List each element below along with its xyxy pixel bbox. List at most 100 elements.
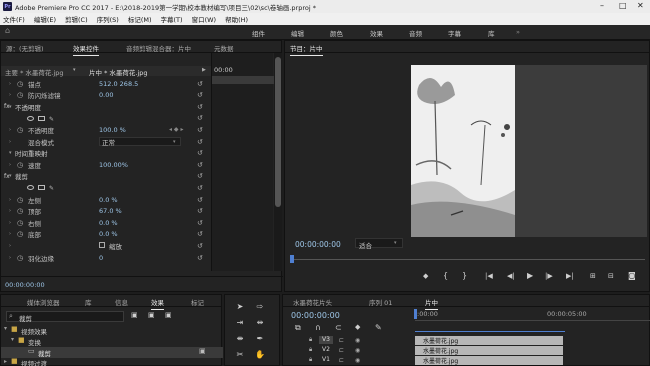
reset-icon[interactable]: ↺	[197, 242, 203, 250]
stopwatch-icon[interactable]: ◷	[17, 91, 23, 99]
tab-metadata[interactable]: 元数据	[214, 43, 234, 53]
tab-markers[interactable]: 标记	[191, 297, 204, 307]
effect-row[interactable]: ✎ ↺	[1, 113, 209, 124]
property-value[interactable]: 100.00%	[99, 161, 128, 169]
timeline-playhead[interactable]	[414, 309, 417, 319]
timeline-timecode[interactable]: 00:00:00:00	[291, 311, 340, 320]
tree-item-transform[interactable]: ▾ ■ 变换	[1, 336, 223, 347]
menu-file[interactable]: 文件(F)	[3, 14, 25, 24]
reset-icon[interactable]: ↺	[197, 254, 203, 262]
effect-row[interactable]: ✎ ↺	[1, 182, 209, 193]
reset-icon[interactable]: ↺	[197, 207, 203, 215]
workspace-effects[interactable]: 效果	[370, 28, 383, 38]
master-clip-label[interactable]: 主要 * 水墨荷花.jpg	[5, 67, 64, 77]
menu-title[interactable]: 字幕(T)	[161, 14, 183, 24]
add-marker-icon[interactable]: ◆	[423, 272, 428, 280]
clip-v3[interactable]: 水墨荷花.jpg	[415, 335, 563, 345]
workspace-editing[interactable]: 编辑	[291, 28, 304, 38]
expand-arrow-icon[interactable]: ▾	[4, 325, 7, 332]
effect-row[interactable]: › ◷ 不透明度 100.0 % ◂ ◆ ▸ ↺	[1, 124, 209, 135]
expand-arrow-icon[interactable]: ›	[9, 220, 11, 226]
32bit-effects-icon[interactable]: ▣	[148, 311, 155, 319]
work-area-bar[interactable]	[415, 331, 565, 332]
sync-lock-icon[interactable]: ⊏	[339, 347, 344, 354]
rectangle-mask-icon[interactable]	[38, 115, 45, 121]
effect-panel-scrollbar[interactable]	[274, 53, 282, 271]
effect-row[interactable]: › ◷ 羽化边缘 0 ↺	[1, 252, 209, 263]
lock-icon[interactable]: 🔒︎	[309, 346, 312, 354]
tab-effects[interactable]: 效果	[151, 297, 164, 310]
property-value[interactable]: 0.0 %	[99, 196, 118, 204]
pen-mask-icon[interactable]: ✎	[49, 185, 54, 192]
lift-icon[interactable]: ⊞	[590, 272, 596, 280]
effect-row[interactable]: › ◷ 防闪烁滤镜 0.00 ↺	[1, 90, 209, 101]
keyframe-nav-icon[interactable]: ◂ ◆ ▸	[169, 126, 183, 133]
reset-icon[interactable]: ↺	[197, 91, 203, 99]
eye-icon[interactable]: ◉	[355, 337, 360, 344]
track-name[interactable]: V1	[319, 356, 333, 364]
workspace-assembly[interactable]: 组件	[252, 28, 265, 38]
workspace-titles[interactable]: 字幕	[448, 28, 461, 38]
wrench-icon[interactable]: ✎	[375, 323, 382, 332]
eye-icon[interactable]: ◉	[355, 347, 360, 354]
property-value[interactable]: 0	[99, 254, 103, 262]
track-select-tool-icon[interactable]: ⇨	[253, 299, 267, 313]
play-only-audio-icon[interactable]: ▶	[202, 67, 206, 73]
pen-mask-icon[interactable]: ✎	[49, 116, 54, 123]
lock-icon[interactable]: 🔒︎	[309, 356, 312, 364]
selection-tool-icon[interactable]: ➤	[233, 299, 247, 313]
reset-icon[interactable]: ↺	[197, 126, 203, 134]
effect-row[interactable]: › ◷ 速度 100.00% ↺	[1, 159, 209, 170]
expand-arrow-icon[interactable]: ›	[9, 162, 11, 168]
dropdown-icon[interactable]: ▾	[73, 67, 76, 73]
stopwatch-icon[interactable]: ◷	[17, 196, 23, 204]
slip-tool-icon[interactable]: ⇼	[233, 331, 247, 345]
rolling-edit-tool-icon[interactable]: ⇹	[253, 315, 267, 329]
minimize-icon[interactable]: –	[600, 1, 604, 10]
tab-effect-controls[interactable]: 效果控件	[73, 43, 99, 56]
step-forward-icon[interactable]: |▶	[545, 272, 553, 280]
accelerated-effects-icon[interactable]: ▣	[131, 311, 138, 319]
tab-sequence-intro[interactable]: 水墨荷花片头	[293, 297, 332, 307]
snap-icon[interactable]: ∩	[315, 323, 321, 332]
ripple-edit-tool-icon[interactable]: ⇥	[233, 315, 247, 329]
mark-in-icon[interactable]: {	[443, 271, 448, 280]
track-name[interactable]: V2	[319, 346, 333, 354]
tab-info[interactable]: 信息	[115, 297, 128, 307]
effect-row[interactable]: › ◷ 右侧 0.0 % ↺	[1, 217, 209, 228]
tab-sequence-01[interactable]: 序列 01	[369, 297, 392, 307]
expand-arrow-icon[interactable]: ›	[9, 231, 11, 237]
reset-icon[interactable]: ↺	[197, 230, 203, 238]
property-value[interactable]: 100.0 %	[99, 126, 126, 134]
lock-icon[interactable]: 🔒︎	[309, 336, 312, 344]
extract-icon[interactable]: ⊟	[608, 272, 614, 280]
stopwatch-icon[interactable]: ◷	[17, 254, 23, 262]
expand-arrow-icon[interactable]: ▾	[9, 150, 12, 156]
reset-icon[interactable]: ↺	[197, 196, 203, 204]
reset-icon[interactable]: ↺	[197, 149, 203, 157]
program-scrub-bar[interactable]	[291, 259, 645, 260]
reset-icon[interactable]: ↺	[197, 114, 203, 122]
ellipse-mask-icon[interactable]	[27, 185, 34, 191]
tree-item-video-effects[interactable]: ▾ ■ 视频效果	[1, 325, 223, 336]
effect-timeline-area[interactable]: 00:00	[211, 53, 274, 271]
stopwatch-icon[interactable]: ◷	[17, 207, 23, 215]
stopwatch-icon[interactable]: ◷	[17, 80, 23, 88]
tab-sequence-middle[interactable]: 片中	[425, 297, 438, 310]
sequence-clip-label[interactable]: 片中 * 水墨荷花.jpg	[89, 67, 148, 77]
workspace-audio[interactable]: 音频	[409, 28, 422, 38]
expand-arrow-icon[interactable]: ›	[9, 255, 11, 261]
eye-icon[interactable]: ◉	[355, 357, 360, 364]
effect-footer-timecode[interactable]: 00:00:00:00	[5, 281, 45, 289]
tree-item-crop[interactable]: ▭ 裁剪 ▣	[1, 347, 223, 358]
workspace-color[interactable]: 颜色	[330, 28, 343, 38]
stopwatch-icon[interactable]: ◷	[17, 126, 23, 134]
go-to-out-icon[interactable]: ▶|	[566, 272, 574, 280]
property-value[interactable]: 67.0 %	[99, 207, 122, 215]
razor-tool-icon[interactable]: ✂	[233, 347, 247, 361]
effects-search-input[interactable]: ⌕ 裁剪	[6, 311, 124, 323]
tab-media-browser[interactable]: 媒体浏览器	[27, 297, 60, 307]
property-value[interactable]: 0.0 %	[99, 219, 118, 227]
mark-out-icon[interactable]: }	[462, 271, 467, 280]
tab-source[interactable]: 源：(无剪辑)	[6, 43, 44, 53]
